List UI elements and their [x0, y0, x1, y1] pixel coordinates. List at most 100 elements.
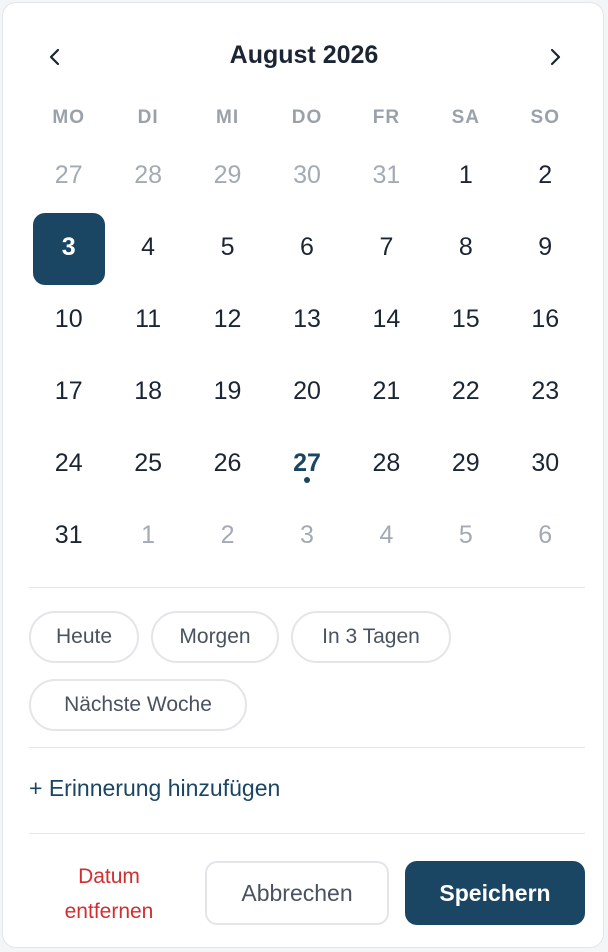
day-number: 28	[134, 160, 163, 189]
day-cell[interactable]: 18	[108, 355, 187, 427]
day-cell[interactable]: 12	[188, 283, 267, 355]
day-cell[interactable]: 5	[188, 211, 267, 283]
day-cell[interactable]: 6	[267, 211, 346, 283]
date-picker-card: August 2026 MO DI MI DO FR SA SO 27 28 29 3…	[2, 2, 604, 948]
day-cell[interactable]: 4	[347, 499, 426, 571]
day-cell[interactable]: 6	[506, 499, 585, 571]
weekday-label: SO	[530, 107, 560, 128]
save-button[interactable]: Speichern	[405, 861, 585, 925]
day-number: 2	[538, 160, 553, 189]
day-cell[interactable]: 2	[188, 499, 267, 571]
weekday-label: MI	[216, 107, 240, 128]
day-number: 25	[134, 448, 163, 477]
day-cell[interactable]: 4	[108, 211, 187, 283]
day-cell[interactable]: 27	[29, 139, 108, 211]
chevron-right-icon	[550, 48, 561, 66]
day-number: 5	[220, 232, 235, 261]
next-month-button[interactable]	[537, 37, 573, 77]
weekday-label: DO	[291, 107, 323, 128]
day-cell[interactable]: 29	[426, 427, 505, 499]
day-number: 28	[372, 448, 401, 477]
day-number: 6	[300, 232, 314, 261]
day-number: 29	[213, 160, 242, 189]
day-cell[interactable]: 2	[506, 139, 585, 211]
remove-date-label-line2: entfernen	[64, 900, 154, 923]
day-cell[interactable]: 13	[267, 283, 346, 355]
day-number: 6	[538, 520, 553, 549]
day-cell[interactable]: 17	[29, 355, 108, 427]
day-cell[interactable]: 1	[426, 139, 505, 211]
day-cell[interactable]: 31	[29, 499, 108, 571]
day-number: 30	[293, 160, 321, 189]
day-number: 27	[54, 160, 83, 189]
day-cell[interactable]: 5	[426, 499, 505, 571]
quick-pick-next-week[interactable]: Nächste Woche	[29, 679, 247, 731]
day-number: 11	[135, 304, 162, 333]
day-number: 31	[372, 160, 401, 189]
day-number: 2	[220, 520, 235, 549]
remove-date-button[interactable]: Datum entfernen	[33, 859, 185, 929]
day-cell[interactable]: 28	[347, 427, 426, 499]
day-cell[interactable]: 24	[29, 427, 108, 499]
day-number: 29	[451, 448, 480, 477]
day-cell[interactable]: 20	[267, 355, 346, 427]
day-grid: 27 28 29 30 31 1 2 3 4 5 6 7 8 9 10 11 12 13 14 15 16 17 18 19 2…	[29, 139, 585, 571]
day-cell[interactable]: 10	[29, 283, 108, 355]
day-cell[interactable]: 14	[347, 283, 426, 355]
day-cell-today[interactable]: 27	[267, 427, 346, 499]
day-number: 26	[213, 448, 242, 477]
weekday-label: DI	[137, 107, 159, 128]
cancel-button[interactable]: Abbrechen	[205, 861, 389, 925]
day-cell[interactable]: 31	[347, 139, 426, 211]
quick-pick-tomorrow[interactable]: Morgen	[151, 611, 279, 663]
day-number: 4	[379, 520, 394, 549]
day-cell[interactable]: 30	[506, 427, 585, 499]
quick-pick-in-3-days[interactable]: In 3 Tagen	[291, 611, 451, 663]
day-cell[interactable]: 23	[506, 355, 585, 427]
day-number: 10	[54, 304, 83, 333]
day-number: 13	[293, 304, 321, 333]
day-cell[interactable]: 3	[267, 499, 346, 571]
day-number: 30	[531, 448, 560, 477]
day-cell[interactable]: 9	[506, 211, 585, 283]
day-number: 23	[531, 376, 560, 405]
day-number: 4	[141, 232, 156, 261]
day-cell[interactable]: 21	[347, 355, 426, 427]
weekday-label: FR	[372, 107, 401, 128]
day-number: 12	[213, 304, 242, 333]
day-cell[interactable]: 7	[347, 211, 426, 283]
day-number: 20	[293, 376, 321, 405]
day-cell[interactable]: 8	[426, 211, 505, 283]
day-cell[interactable]: 22	[426, 355, 505, 427]
day-number: 5	[458, 520, 473, 549]
day-cell[interactable]: 25	[108, 427, 187, 499]
add-reminder-link[interactable]: + Erinnerung hinzufügen	[29, 775, 280, 802]
day-number: 7	[379, 232, 394, 261]
day-cell[interactable]: 11	[108, 283, 187, 355]
day-number: 8	[458, 232, 473, 261]
remove-date-label-line1: Datum	[78, 865, 140, 888]
day-cell[interactable]: 1	[108, 499, 187, 571]
day-cell[interactable]: 29	[188, 139, 267, 211]
day-cell[interactable]: 30	[267, 139, 346, 211]
day-number: 24	[54, 448, 83, 477]
day-number: 19	[213, 376, 242, 405]
day-number: 31	[54, 520, 83, 549]
day-number: 1	[141, 520, 156, 549]
day-cell-selected[interactable]: 3	[29, 211, 108, 285]
day-cell[interactable]: 26	[188, 427, 267, 499]
today-indicator-dot	[303, 477, 310, 483]
day-cell[interactable]: 28	[108, 139, 187, 211]
day-number: 3	[61, 232, 76, 261]
day-number: 18	[134, 376, 163, 405]
divider	[29, 833, 585, 834]
day-number: 17	[54, 376, 83, 405]
day-cell[interactable]: 16	[506, 283, 585, 355]
divider	[29, 747, 585, 748]
day-cell[interactable]: 19	[188, 355, 267, 427]
day-number: 22	[451, 376, 480, 405]
day-number: 9	[538, 232, 553, 261]
quick-pick-today[interactable]: Heute	[29, 611, 139, 663]
day-number: 27	[293, 448, 321, 477]
day-cell[interactable]: 15	[426, 283, 505, 355]
